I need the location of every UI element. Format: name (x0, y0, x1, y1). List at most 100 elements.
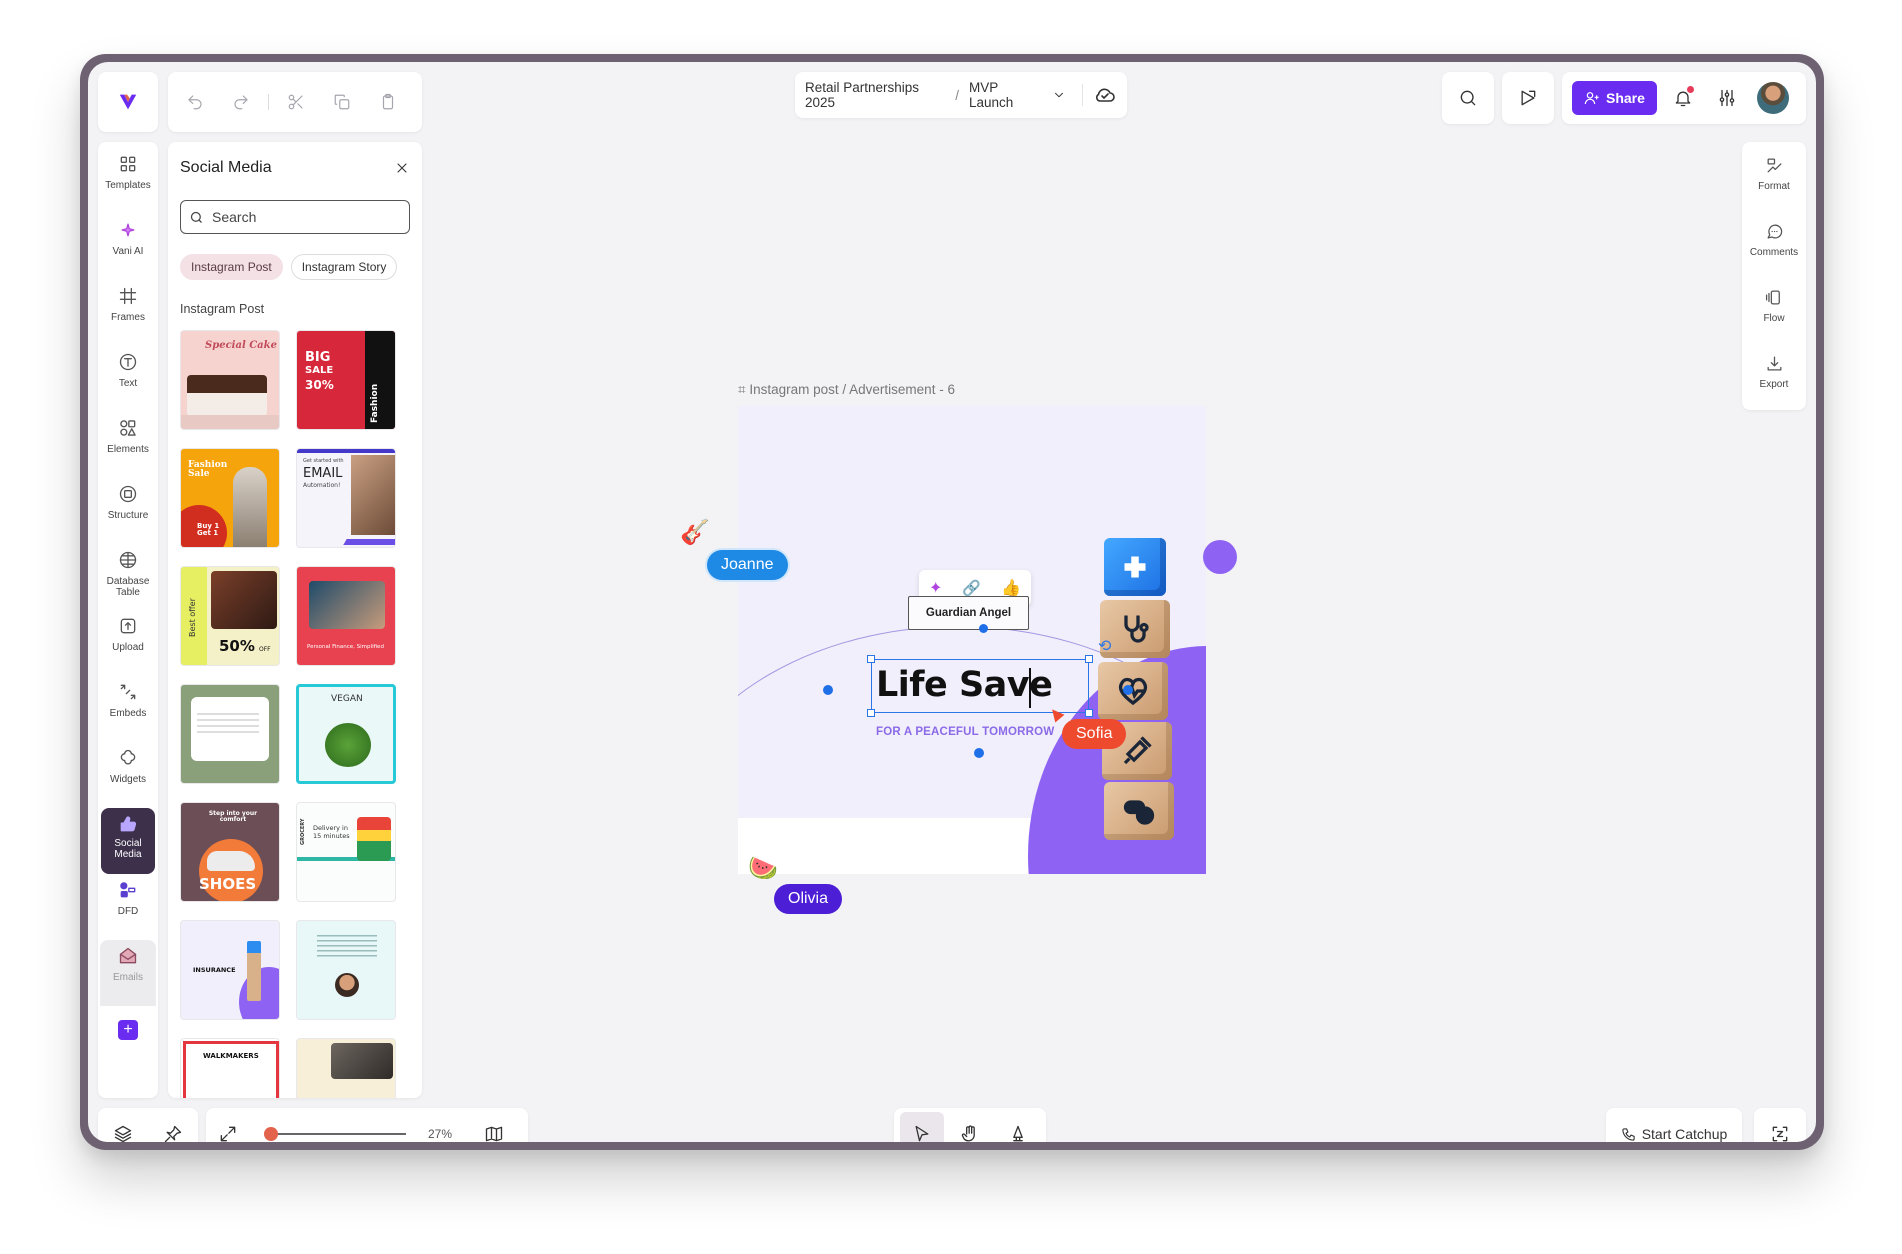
template-thumb-email[interactable]: Get started with EMAIL Automation! (296, 448, 396, 548)
thumb-text: Step into your comfort (208, 810, 258, 824)
frame-label[interactable]: ⌗ Instagram post / Advertisement - 6 (738, 382, 955, 398)
template-thumb-shoes[interactable]: Step into your comfort SHOES (180, 802, 280, 902)
salad-bowl (325, 723, 371, 767)
select-tool[interactable] (900, 1112, 944, 1142)
right-rail-format[interactable]: Format (1742, 150, 1806, 216)
hand-tool[interactable] (948, 1112, 992, 1142)
ai-sticker-icon[interactable]: ✦ (929, 578, 942, 598)
start-catchup-button[interactable]: Start Catchup (1606, 1108, 1742, 1142)
mail-icon (118, 946, 138, 966)
right-rail-export[interactable]: Export (1742, 348, 1806, 414)
template-thumb-big-sale[interactable]: BIG SALE 30% Fashion (296, 330, 396, 430)
mini-cubes (247, 941, 261, 1001)
rail-item-frames[interactable]: Frames (98, 280, 158, 346)
cut-icon[interactable] (277, 83, 315, 121)
connector-dot-right[interactable] (1123, 685, 1133, 695)
user-avatar[interactable] (1756, 82, 1789, 114)
chevron-down-icon[interactable] (1052, 88, 1066, 102)
link-icon[interactable]: 🔗 (962, 579, 981, 597)
rail-item-database-table[interactable]: Database Table (98, 544, 158, 610)
pills-cube[interactable] (1104, 782, 1174, 840)
thumbs-up-icon (118, 814, 138, 834)
rail-item-embeds[interactable]: Embeds (98, 676, 158, 742)
undo-icon[interactable] (176, 83, 214, 121)
tagline-text[interactable]: FOR A PEACEFUL TOMORROW (876, 726, 1054, 738)
map-icon[interactable] (484, 1124, 504, 1142)
ai-assist-button[interactable] (1754, 1108, 1806, 1142)
widget-icon (118, 748, 138, 768)
connector-dot-left[interactable] (823, 685, 833, 695)
rail-item-social-media[interactable]: Social Media (101, 808, 155, 874)
template-thumb-vegan[interactable]: VEGAN (296, 684, 396, 784)
right-rail-label: Export (1759, 379, 1789, 390)
share-button[interactable]: Share (1572, 81, 1657, 115)
rail-item-elements[interactable]: Elements (98, 412, 158, 478)
rail-item-emails[interactable]: Emails (100, 940, 156, 1006)
template-thumb-green-note[interactable] (180, 684, 280, 784)
template-thumb-grocery[interactable]: GROCERY Delivery in 15 minutes (296, 802, 396, 902)
social-media-panel: Social Media Search Instagram Post Insta… (168, 142, 422, 1098)
zoom-slider-knob[interactable] (264, 1127, 278, 1141)
zoom-level[interactable]: 27% (428, 1127, 452, 1141)
right-rail-comments[interactable]: Comments (1742, 216, 1806, 282)
template-thumb-cake[interactable]: Special Cake (180, 330, 280, 430)
connector-dot-bottom[interactable] (974, 748, 984, 758)
rail-item-vani-ai[interactable]: Vani AI (98, 214, 158, 280)
chip-instagram-post[interactable]: Instagram Post (180, 254, 283, 280)
resize-handle-bl[interactable] (867, 709, 875, 717)
pin-icon[interactable] (163, 1124, 183, 1142)
copy-icon[interactable] (323, 83, 361, 121)
rail-item-templates[interactable]: Templates (98, 148, 158, 214)
resize-handle-br[interactable] (1085, 709, 1093, 717)
present-button[interactable] (1502, 72, 1554, 124)
rotate-icon[interactable]: ⟲ (1098, 636, 1111, 656)
template-thumb-fashion-sale[interactable]: Fashion Sale Buy 1 Get 1 (180, 448, 280, 548)
search-button[interactable] (1442, 72, 1494, 124)
panel-search-input[interactable]: Search (180, 200, 410, 234)
breadcrumb-page[interactable]: MVP Launch (969, 80, 1042, 110)
right-rail-flow[interactable]: Flow (1742, 282, 1806, 348)
notification-bell-icon[interactable] (1665, 80, 1701, 116)
selection-handle-top[interactable] (979, 624, 988, 633)
pen-tool[interactable] (996, 1112, 1040, 1142)
template-thumb-insurance[interactable]: INSURANCE (180, 920, 280, 1020)
rail-item-structure[interactable]: Structure (98, 478, 158, 544)
fit-screen-icon[interactable] (218, 1124, 238, 1142)
thumb-text: 30% (305, 378, 334, 392)
template-thumb-best-offer[interactable]: Best offer 50% OFF (180, 566, 280, 666)
chip-instagram-story[interactable]: Instagram Story (290, 254, 398, 280)
template-thumb-testimonial[interactable] (296, 920, 396, 1020)
zoom-slider[interactable] (264, 1127, 406, 1141)
rail-label: Widgets (109, 774, 147, 785)
medical-cross-cube[interactable] (1104, 538, 1166, 596)
settings-sliders-icon[interactable] (1709, 80, 1745, 116)
resize-handle-tr[interactable] (1085, 655, 1093, 663)
rail-item-upload[interactable]: Upload (98, 610, 158, 676)
resize-handle-tl[interactable] (867, 655, 875, 663)
add-tool-button[interactable]: + (118, 1020, 138, 1040)
heartbeat-cube[interactable] (1098, 662, 1168, 720)
rail-item-text[interactable]: Text (98, 346, 158, 412)
rail-label: Embeds (109, 708, 147, 719)
redo-icon[interactable] (222, 83, 260, 121)
template-thumb-walkmakers[interactable]: WALKMAKERS (180, 1038, 280, 1098)
breadcrumb-project[interactable]: Retail Partnerships 2025 (805, 80, 945, 110)
logo-icon (119, 94, 137, 110)
layers-icon[interactable] (113, 1124, 133, 1142)
close-icon[interactable] (394, 160, 410, 176)
headline-text[interactable]: Life Save (876, 665, 1053, 705)
cloud-sync-icon[interactable] (1093, 83, 1117, 107)
rail-item-widgets[interactable]: Widgets (98, 742, 158, 808)
thumbs-up-icon[interactable]: 👍 (1001, 578, 1021, 598)
guardian-angel-badge[interactable]: Guardian Angel (908, 596, 1029, 630)
thumb-text: Fashion Sale (188, 460, 228, 480)
rail-item-dfd[interactable]: DFD (98, 874, 158, 940)
template-thumb-product[interactable] (296, 1038, 396, 1098)
template-thumb-finance[interactable]: Personal Finance, Simplified (296, 566, 396, 666)
artboard-bottom-band (738, 818, 1038, 874)
breadcrumb-separator: / (955, 87, 959, 103)
app-logo[interactable] (98, 72, 158, 132)
rail-label: Social Media (114, 838, 142, 860)
paste-icon[interactable] (369, 83, 407, 121)
search-icon (1460, 90, 1476, 106)
